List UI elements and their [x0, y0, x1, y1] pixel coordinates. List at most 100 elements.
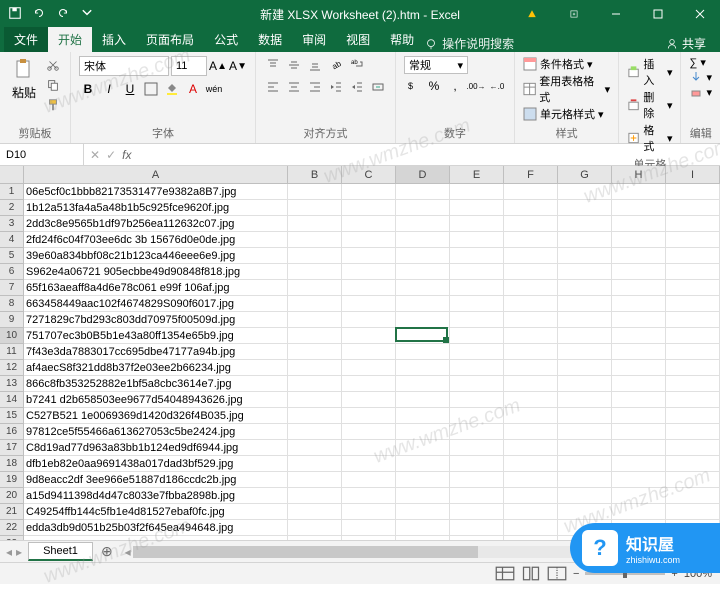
cell[interactable]: C527B521 1e0069369d1420d326f4B035.jpg — [24, 408, 288, 423]
cell[interactable]: b7241 d2b658503ee9677d54048943626.jpg — [24, 392, 288, 407]
cell[interactable] — [558, 264, 612, 279]
tab-help[interactable]: 帮助 — [380, 27, 424, 52]
cell[interactable] — [450, 264, 504, 279]
copy-icon[interactable] — [44, 76, 62, 94]
cell[interactable] — [666, 216, 720, 231]
row-header[interactable]: 8 — [0, 296, 23, 312]
cell[interactable] — [288, 456, 342, 471]
cell[interactable] — [558, 440, 612, 455]
border-icon[interactable] — [142, 80, 160, 98]
cell[interactable] — [342, 488, 396, 503]
cell[interactable] — [558, 248, 612, 263]
cell[interactable]: 97812ce5f55466a613627053c5be2424.jpg — [24, 424, 288, 439]
delete-cells-button[interactable]: 删除 ▾ — [627, 89, 672, 121]
cell[interactable] — [342, 232, 396, 247]
cell[interactable] — [504, 440, 558, 455]
cell[interactable] — [288, 232, 342, 247]
cell[interactable] — [342, 216, 396, 231]
qat-dropdown-icon[interactable] — [80, 6, 94, 23]
cell[interactable] — [396, 312, 450, 327]
cut-icon[interactable] — [44, 56, 62, 74]
cell[interactable] — [396, 296, 450, 311]
zoom-out-button[interactable]: − — [573, 568, 579, 580]
cell[interactable]: 7271829c7bd293c803dd70975f00509d.jpg — [24, 312, 288, 327]
cell[interactable] — [288, 216, 342, 231]
cell[interactable] — [396, 200, 450, 215]
cell[interactable] — [342, 472, 396, 487]
row-header[interactable]: 2 — [0, 200, 23, 216]
cell[interactable] — [558, 232, 612, 247]
cell[interactable] — [396, 328, 450, 343]
cell[interactable] — [666, 280, 720, 295]
cell[interactable] — [666, 296, 720, 311]
cell[interactable]: 2fd24f6c04f703ee6dc 3b 15676d0e0de.jpg — [24, 232, 288, 247]
select-all-corner[interactable] — [0, 166, 24, 183]
cell[interactable] — [450, 232, 504, 247]
cell[interactable] — [612, 440, 666, 455]
column-header[interactable]: C — [342, 166, 396, 183]
cell[interactable] — [342, 248, 396, 263]
cell[interactable] — [396, 264, 450, 279]
undo-icon[interactable] — [32, 6, 46, 23]
cell[interactable] — [342, 344, 396, 359]
normal-view-icon[interactable] — [495, 566, 515, 582]
cell[interactable]: af4aecS8f321dd8b37f2e03ee2b66234.jpg — [24, 360, 288, 375]
cell[interactable] — [666, 312, 720, 327]
cell[interactable] — [450, 440, 504, 455]
cell[interactable] — [666, 504, 720, 519]
cell[interactable] — [288, 392, 342, 407]
close-button[interactable] — [680, 0, 720, 28]
cell[interactable] — [558, 456, 612, 471]
save-icon[interactable] — [8, 6, 22, 23]
cell[interactable] — [450, 248, 504, 263]
column-header[interactable]: H — [612, 166, 666, 183]
cell[interactable] — [666, 360, 720, 375]
align-center-icon[interactable] — [285, 78, 303, 96]
cell[interactable] — [288, 376, 342, 391]
cell[interactable] — [612, 232, 666, 247]
cell[interactable] — [396, 456, 450, 471]
row-header[interactable]: 13 — [0, 376, 23, 392]
name-box[interactable]: D10 — [0, 144, 84, 165]
align-right-icon[interactable] — [306, 78, 324, 96]
cell[interactable] — [288, 312, 342, 327]
format-painter-icon[interactable] — [44, 96, 62, 114]
cell[interactable] — [666, 408, 720, 423]
cell[interactable] — [396, 232, 450, 247]
cell[interactable] — [612, 424, 666, 439]
cell[interactable] — [450, 344, 504, 359]
cell[interactable] — [558, 296, 612, 311]
cell[interactable] — [288, 504, 342, 519]
column-header[interactable]: E — [450, 166, 504, 183]
cell[interactable] — [612, 472, 666, 487]
cell[interactable] — [450, 200, 504, 215]
cell[interactable] — [288, 360, 342, 375]
cell[interactable] — [558, 488, 612, 503]
enter-icon[interactable]: ✓ — [106, 148, 116, 162]
tab-home[interactable]: 开始 — [48, 27, 92, 52]
cell[interactable] — [396, 440, 450, 455]
merge-icon[interactable] — [369, 78, 387, 96]
row-header[interactable]: 6 — [0, 264, 23, 280]
cell[interactable] — [450, 328, 504, 343]
clear-button[interactable]: ▾ — [689, 85, 712, 99]
cell[interactable] — [342, 200, 396, 215]
cell[interactable] — [558, 200, 612, 215]
cell[interactable] — [612, 264, 666, 279]
cell[interactable] — [558, 504, 612, 519]
cell[interactable] — [342, 312, 396, 327]
cell[interactable] — [396, 392, 450, 407]
cell[interactable] — [396, 216, 450, 231]
row-header[interactable]: 23 — [0, 536, 23, 540]
sheet-nav-next-icon[interactable]: ▸ — [16, 545, 22, 559]
cell[interactable] — [504, 504, 558, 519]
column-header[interactable]: B — [288, 166, 342, 183]
decrease-font-icon[interactable]: A▼ — [229, 57, 247, 75]
italic-icon[interactable]: I — [100, 80, 118, 98]
row-header[interactable]: 22 — [0, 520, 23, 536]
cell-styles-button[interactable]: 单元格样式 ▾ — [523, 106, 610, 122]
cell[interactable] — [504, 408, 558, 423]
cell[interactable] — [288, 184, 342, 199]
row-header[interactable]: 4 — [0, 232, 23, 248]
add-sheet-button[interactable]: ⊕ — [93, 543, 121, 560]
